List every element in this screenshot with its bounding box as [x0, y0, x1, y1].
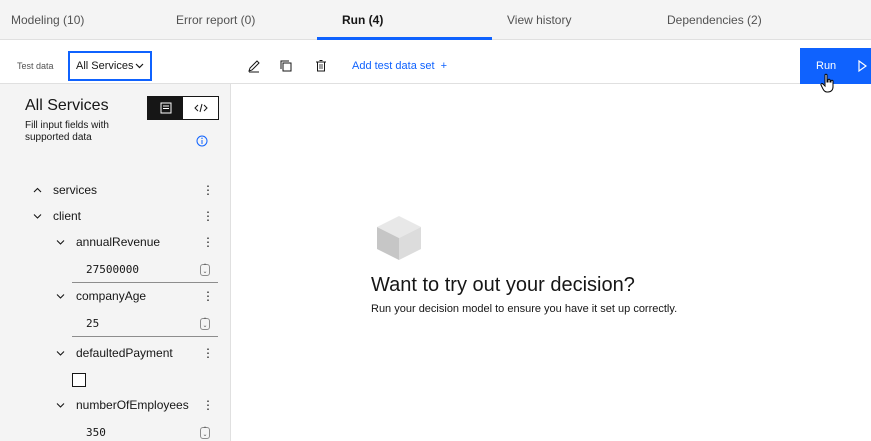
tab-dependencies[interactable]: Dependencies (2) — [667, 0, 762, 40]
overflow-menu-icon[interactable]: ⋮ — [202, 231, 214, 253]
edit-icon[interactable] — [245, 57, 263, 75]
overflow-menu-icon[interactable]: ⋮ — [202, 394, 214, 416]
stepper-icon[interactable]: ⌃ ⌄ — [200, 427, 210, 439]
tree-item-label: companyAge — [76, 289, 147, 303]
test-data-selected-value: All Services — [76, 60, 134, 72]
tree-item-annual-revenue[interactable]: annualRevenue — [56, 231, 160, 253]
tree-item-services[interactable]: services — [33, 179, 97, 201]
code-view-icon[interactable] — [183, 97, 218, 119]
overflow-menu-icon[interactable]: ⋮ — [202, 179, 214, 201]
info-icon[interactable] — [196, 134, 208, 147]
trash-icon[interactable] — [312, 57, 330, 75]
tree-item-label: services — [53, 183, 98, 197]
tree-item-client[interactable]: client — [33, 205, 81, 227]
panel-title: All Services — [25, 97, 109, 114]
number-of-employees-input[interactable]: 350 ⌃ ⌄ — [72, 420, 218, 441]
tree-item-number-of-employees[interactable]: numberOfEmployees — [56, 394, 189, 416]
copy-icon[interactable] — [277, 57, 295, 75]
tab-error-report[interactable]: Error report (0) — [176, 0, 255, 40]
form-view-icon[interactable] — [148, 97, 183, 119]
stepper-icon[interactable]: ⌃ ⌄ — [200, 264, 210, 276]
tree-item-label: numberOfEmployees — [76, 398, 189, 412]
test-data-panel: All Services Fill input fields with supp… — [0, 84, 231, 441]
cube-icon — [373, 212, 425, 262]
toolbar: Test data All Services Add test data set… — [0, 48, 871, 84]
tab-run[interactable]: Run (4) — [342, 0, 383, 40]
annual-revenue-value: 27500000 — [86, 263, 139, 276]
overflow-menu-icon[interactable]: ⋮ — [202, 342, 214, 364]
hand-cursor-icon — [820, 73, 836, 93]
view-toggle — [147, 96, 219, 120]
overflow-menu-icon[interactable]: ⋮ — [202, 205, 214, 227]
plus-icon: + — [440, 60, 447, 72]
tree-item-defaulted-payment[interactable]: defaultedPayment — [56, 342, 173, 364]
tree-item-label: defaultedPayment — [76, 346, 173, 360]
chevron-down-icon — [56, 287, 70, 309]
active-tab-indicator — [317, 37, 492, 40]
overflow-menu-icon[interactable]: ⋮ — [202, 285, 214, 307]
panel-subtitle: Fill input fields with supported data — [25, 120, 109, 143]
add-test-data-set-button[interactable]: Add test data set + — [352, 48, 447, 84]
chevron-up-icon — [33, 181, 47, 203]
empty-state-title: Want to try out your decision? — [371, 274, 635, 296]
chevron-down-icon — [56, 396, 70, 418]
tree-item-label: client — [53, 209, 82, 223]
tree-item-company-age[interactable]: companyAge — [56, 285, 146, 307]
test-data-label: Test data — [17, 61, 54, 71]
defaulted-payment-checkbox[interactable] — [72, 373, 86, 387]
company-age-value: 25 — [86, 317, 100, 330]
chevron-down-icon — [56, 344, 70, 366]
tree-item-label: annualRevenue — [76, 235, 161, 249]
tab-bar: Modeling (10) Error report (0) Run (4) V… — [0, 0, 871, 40]
annual-revenue-input[interactable]: 27500000 ⌃ ⌄ — [72, 257, 218, 283]
play-icon — [857, 59, 868, 76]
empty-state-subtitle: Run your decision model to ensure you ha… — [371, 303, 678, 315]
tab-modeling[interactable]: Modeling (10) — [11, 0, 84, 40]
stepper-icon[interactable]: ⌃ ⌄ — [200, 318, 210, 330]
company-age-input[interactable]: 25 ⌃ ⌄ — [72, 311, 218, 337]
tab-view-history[interactable]: View history — [507, 0, 571, 40]
add-test-data-set-label: Add test data set — [352, 60, 435, 72]
chevron-down-icon — [33, 207, 47, 229]
chevron-down-icon — [56, 233, 70, 255]
test-data-dropdown[interactable]: All Services — [68, 51, 152, 81]
number-of-employees-value: 350 — [86, 426, 106, 439]
